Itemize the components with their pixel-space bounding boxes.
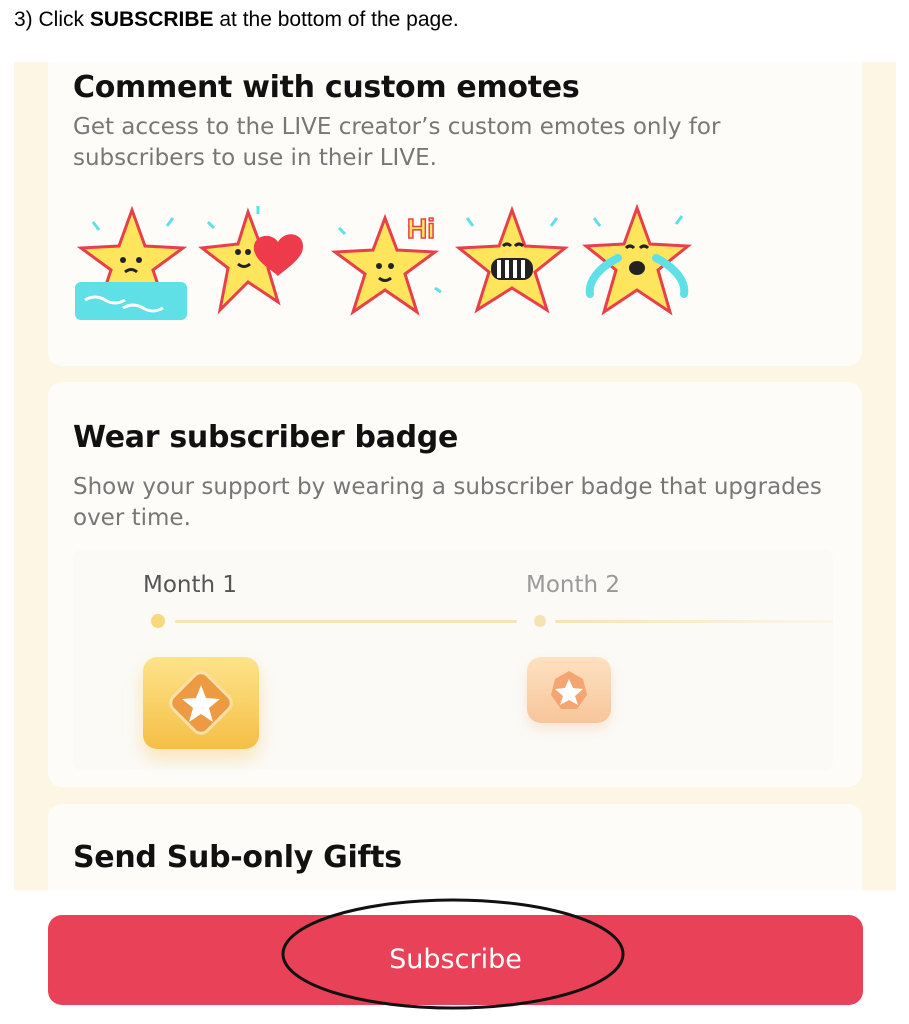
instruction-keyword: SUBSCRIBE bbox=[89, 8, 214, 31]
waving-hi-star-emote-icon: Hi bbox=[331, 212, 442, 316]
month-2-dot bbox=[534, 615, 546, 627]
emotes-card-description: Get access to the LIVE creator’s custom … bbox=[73, 114, 721, 171]
app-screen: Comment with custom emotes Get access to… bbox=[14, 62, 896, 890]
progress-line-1 bbox=[175, 620, 517, 623]
badge-card: Wear subscriber badge Show your support … bbox=[48, 382, 862, 787]
badge-progress-panel: Month 1 Month 2 bbox=[73, 550, 833, 770]
gifts-card-title: Send Sub-only Gifts bbox=[73, 840, 402, 875]
heart-star-emote-icon bbox=[198, 206, 304, 315]
badge-card-description: Show your support by wearing a subscribe… bbox=[73, 474, 822, 531]
month-1-label: Month 1 bbox=[143, 572, 238, 598]
instruction-prefix: 3) Click bbox=[14, 8, 90, 31]
month-1-badge bbox=[143, 657, 259, 749]
month-1-dot bbox=[151, 614, 165, 628]
month-2-label: Month 2 bbox=[526, 572, 621, 598]
subscribe-button-label: Subscribe bbox=[389, 944, 522, 975]
month-2-badge bbox=[527, 657, 611, 723]
tears-of-joy-star-emote-icon bbox=[581, 203, 693, 316]
emote-strip: Hi bbox=[73, 202, 713, 327]
crying-star-emote-icon bbox=[75, 205, 188, 320]
grinning-star-emote-icon bbox=[454, 205, 570, 314]
instruction-text: 3) Click SUBSCRIBE at the bottom of the … bbox=[14, 8, 459, 32]
badge-star-icon bbox=[169, 671, 233, 735]
badge-card-title: Wear subscriber badge bbox=[73, 420, 459, 455]
gifts-card: Send Sub-only Gifts bbox=[48, 804, 862, 890]
hi-text: Hi bbox=[407, 213, 435, 244]
subscribe-button[interactable]: Subscribe bbox=[48, 915, 863, 1005]
emotes-card: Comment with custom emotes Get access to… bbox=[48, 62, 862, 366]
badge-star-icon bbox=[551, 671, 587, 709]
instruction-suffix: at the bottom of the page. bbox=[213, 8, 459, 31]
progress-line-2 bbox=[555, 620, 833, 623]
emotes-card-title: Comment with custom emotes bbox=[73, 70, 580, 105]
